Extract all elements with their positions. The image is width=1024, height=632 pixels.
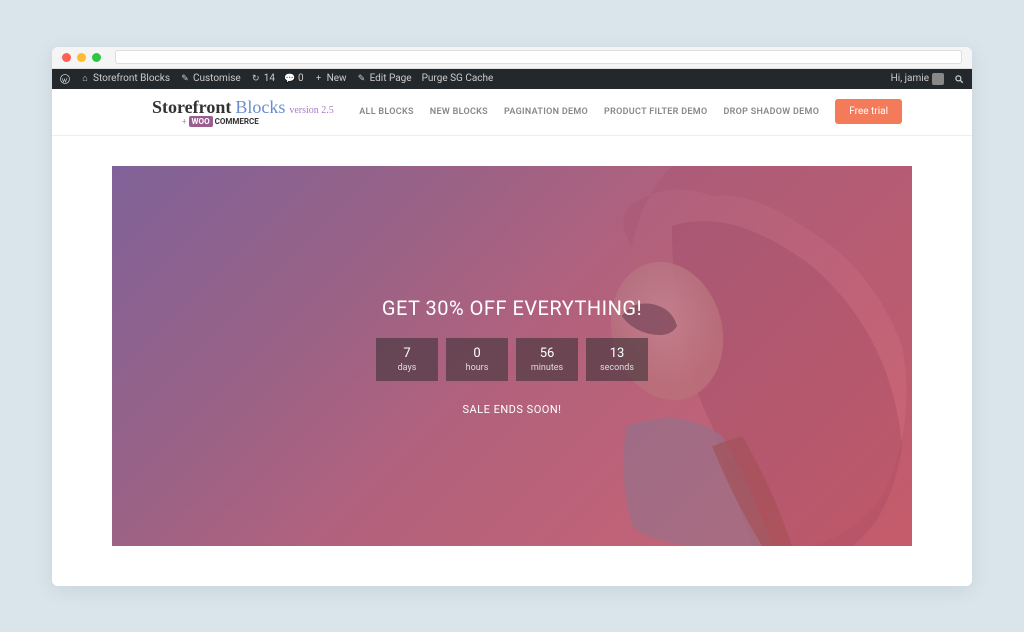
logo-version-text: version 2.5 <box>289 105 333 116</box>
countdown-days-value: 7 <box>376 346 438 361</box>
countdown-days-label: days <box>376 363 438 373</box>
logo-sub: + WOO COMMERCE <box>182 116 259 127</box>
comments-link[interactable]: 💬 0 <box>285 73 304 84</box>
window-minimize-icon[interactable] <box>77 53 86 62</box>
user-menu[interactable]: Hi, jamie <box>891 73 944 85</box>
adminbar-right: Hi, jamie <box>891 73 964 85</box>
edit-page-link[interactable]: ✎ Edit Page <box>357 73 412 84</box>
logo-storefront-text: Storefront <box>152 97 231 118</box>
purge-cache-text: Purge SG Cache <box>422 73 494 84</box>
wp-logo-menu[interactable] <box>60 74 70 84</box>
countdown-seconds-value: 13 <box>586 346 648 361</box>
logo-plus: + <box>182 117 187 126</box>
avatar <box>932 73 944 85</box>
countdown-hours: 0 hours <box>446 338 508 381</box>
free-trial-button[interactable]: Free trial <box>835 99 902 124</box>
edit-page-text: Edit Page <box>370 73 412 84</box>
hero-heading: GET 30% OFF EVERYTHING! <box>376 296 648 320</box>
hero-content: GET 30% OFF EVERYTHING! 7 days 0 hours 5… <box>376 296 648 416</box>
countdown-hours-label: hours <box>446 363 508 373</box>
countdown-timer: 7 days 0 hours 56 minutes 13 seconds <box>376 338 648 381</box>
countdown-minutes-label: minutes <box>516 363 578 373</box>
content-area: GET 30% OFF EVERYTHING! 7 days 0 hours 5… <box>52 136 972 586</box>
new-text: New <box>327 73 347 84</box>
site-logo[interactable]: Storefront Blocks version 2.5 + WOO COMM… <box>152 97 334 127</box>
window-close-icon[interactable] <box>62 53 71 62</box>
wp-adminbar: ⌂ Storefront Blocks ✎ Customise ↻ 14 💬 0… <box>52 69 972 89</box>
site-header: Storefront Blocks version 2.5 + WOO COMM… <box>52 89 972 136</box>
main-nav: ALL BLOCKS NEW BLOCKS PAGINATION DEMO PR… <box>359 99 902 124</box>
nav-product-filter-demo[interactable]: PRODUCT FILTER DEMO <box>604 107 707 117</box>
nav-all-blocks[interactable]: ALL BLOCKS <box>359 107 414 117</box>
countdown-minutes: 56 minutes <box>516 338 578 381</box>
nav-pagination-demo[interactable]: PAGINATION DEMO <box>504 107 588 117</box>
updates-count: 14 <box>264 73 275 84</box>
hero-banner: GET 30% OFF EVERYTHING! 7 days 0 hours 5… <box>112 166 912 546</box>
window-maximize-icon[interactable] <box>92 53 101 62</box>
updates-link[interactable]: ↻ 14 <box>251 73 275 84</box>
customise-link[interactable]: ✎ Customise <box>180 73 241 84</box>
logo-blocks-text: Blocks <box>235 97 285 118</box>
search-icon <box>954 74 964 84</box>
url-bar[interactable] <box>115 50 962 64</box>
browser-chrome <box>52 47 972 69</box>
search-toggle[interactable] <box>954 74 964 84</box>
comment-icon: 💬 <box>285 74 295 84</box>
site-name-link[interactable]: ⌂ Storefront Blocks <box>80 73 170 84</box>
browser-window: ⌂ Storefront Blocks ✎ Customise ↻ 14 💬 0… <box>52 47 972 586</box>
nav-new-blocks[interactable]: NEW BLOCKS <box>430 107 488 117</box>
new-content-link[interactable]: + New <box>314 73 347 84</box>
plus-icon: + <box>314 74 324 84</box>
home-icon: ⌂ <box>80 74 90 84</box>
comments-count: 0 <box>298 73 304 84</box>
countdown-seconds-label: seconds <box>586 363 648 373</box>
refresh-icon: ↻ <box>251 74 261 84</box>
greeting-text: Hi, jamie <box>891 73 929 84</box>
customise-text: Customise <box>193 73 241 84</box>
commerce-text: COMMERCE <box>215 117 259 126</box>
countdown-days: 7 days <box>376 338 438 381</box>
hero-subtext: SALE ENDS SOON! <box>376 403 648 416</box>
brush-icon: ✎ <box>180 74 190 84</box>
countdown-seconds: 13 seconds <box>586 338 648 381</box>
pencil-icon: ✎ <box>357 74 367 84</box>
countdown-minutes-value: 56 <box>516 346 578 361</box>
adminbar-left: ⌂ Storefront Blocks ✎ Customise ↻ 14 💬 0… <box>60 73 493 84</box>
woo-badge: WOO <box>189 116 213 127</box>
countdown-hours-value: 0 <box>446 346 508 361</box>
wordpress-icon <box>60 74 70 84</box>
site-name-text: Storefront Blocks <box>93 73 170 84</box>
logo-main: Storefront Blocks version 2.5 <box>152 97 334 118</box>
nav-drop-shadow-demo[interactable]: DROP SHADOW DEMO <box>723 107 819 117</box>
purge-cache-link[interactable]: Purge SG Cache <box>422 73 494 84</box>
